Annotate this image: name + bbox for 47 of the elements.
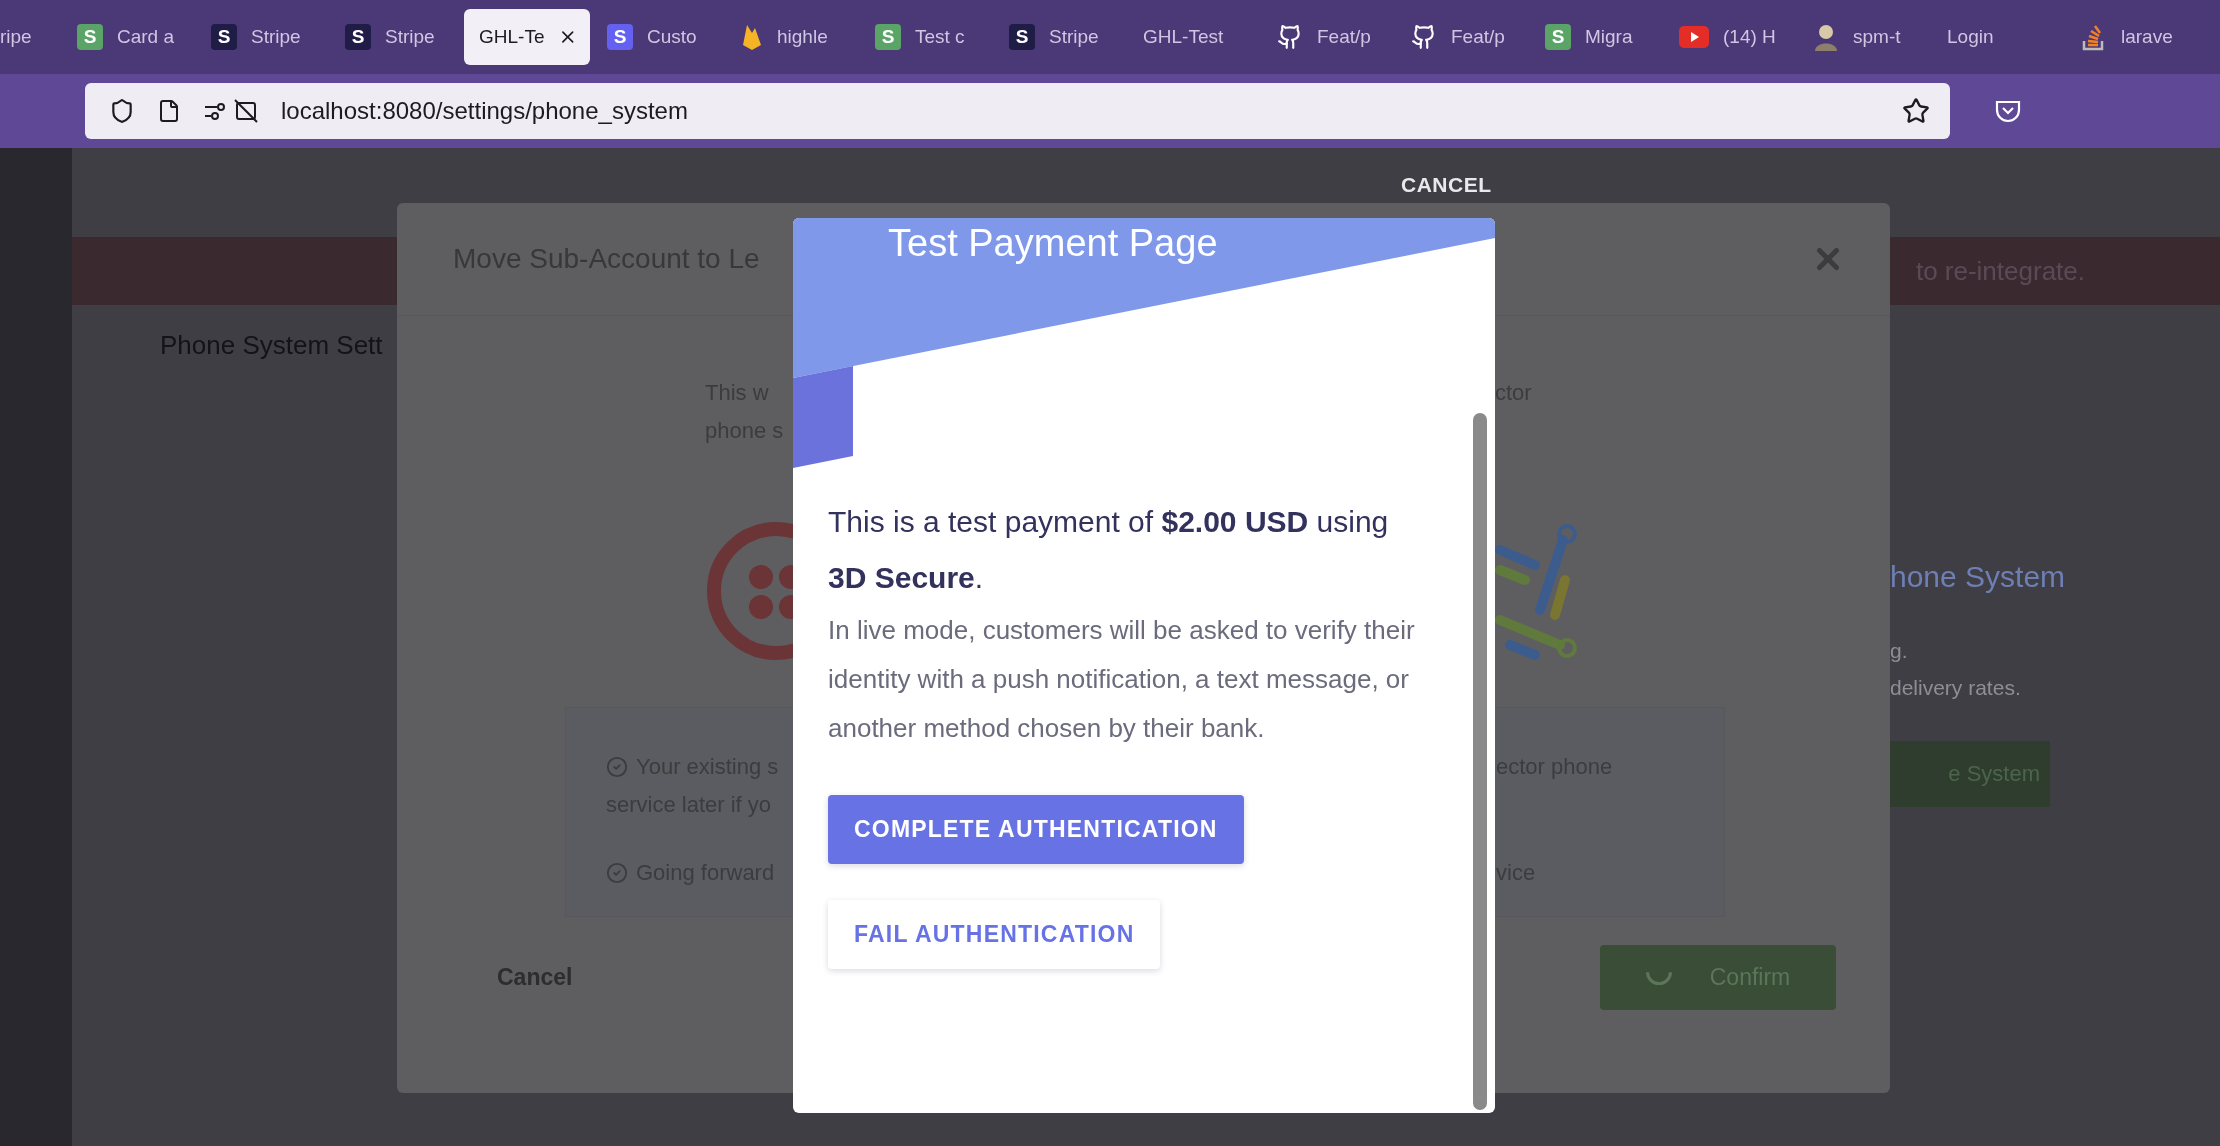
shield-icon[interactable]	[109, 98, 135, 124]
card-text: g.	[1890, 638, 1909, 664]
browser-tab[interactable]: Feat/p	[1262, 9, 1396, 65]
card-text: delivery rates.	[1890, 675, 2022, 701]
s-logo-icon: S	[211, 24, 237, 50]
s-logo-icon: S	[875, 24, 901, 50]
browser-tab[interactable]: highle	[726, 9, 860, 65]
fail-button[interactable]: FAIL AUTHENTICATION	[828, 900, 1161, 969]
browser-tab[interactable]: S Stripe	[994, 9, 1128, 65]
browser-tab[interactable]: Feat/p	[1396, 9, 1530, 65]
browser-tab[interactable]: ripe	[0, 9, 62, 65]
browser-tab[interactable]: S Card a	[62, 9, 196, 65]
browser-tab[interactable]: S Migra	[1530, 9, 1664, 65]
browser-tab[interactable]: S Stripe	[196, 9, 330, 65]
browser-tab[interactable]: S Custo	[592, 9, 726, 65]
browser-tab[interactable]: S Stripe	[330, 9, 464, 65]
browser-tab[interactable]: larave	[2066, 9, 2200, 65]
video-play-icon	[1679, 26, 1709, 48]
s-logo-icon: S	[1545, 24, 1571, 50]
check-icon	[606, 756, 628, 779]
card-title: hone System	[1890, 560, 2067, 594]
star-icon[interactable]	[1902, 97, 1930, 125]
browser-tab[interactable]: S Test c	[860, 9, 994, 65]
github-icon	[1277, 24, 1303, 50]
s-logo-icon: S	[1009, 24, 1035, 50]
flame-icon	[741, 23, 763, 51]
browser-tab[interactable]: Login	[1932, 9, 2066, 65]
payment-description: In live mode, customers will be asked to verify their identity with a push notification, a text message, or another method chosen by their bank.	[828, 614, 1416, 745]
browser-tab[interactable]: (14) H	[1664, 9, 1798, 65]
browser-tab[interactable]: GHL-Te	[464, 9, 590, 65]
address-bar[interactable]: localhost:8080/settings/phone_system	[85, 83, 1950, 139]
s-logo-icon: S	[345, 24, 371, 50]
dialog-title: Test Payment Page	[888, 222, 1218, 265]
browser-tab[interactable]: spm-t	[1798, 9, 1932, 65]
avatar-icon	[1813, 23, 1839, 51]
github-icon	[1411, 24, 1437, 50]
check-icon	[606, 862, 628, 885]
complete-button[interactable]: COMPLETE AUTHENTICATION	[828, 795, 1244, 864]
scrollbar[interactable]	[1473, 413, 1487, 1110]
s-logo-icon: S	[77, 24, 103, 50]
browser-tab[interactable]: GHL-Test	[1128, 9, 1262, 65]
payment-summary: This is a test payment of $2.00 USD using 3D Secure.	[828, 504, 1390, 596]
page-icon[interactable]	[157, 99, 181, 123]
s-logo-icon: S	[607, 24, 633, 50]
pocket-icon[interactable]	[1995, 99, 2021, 123]
cancel-link[interactable]: CANCEL	[1401, 173, 1492, 197]
permissions-icon[interactable]	[203, 98, 259, 124]
